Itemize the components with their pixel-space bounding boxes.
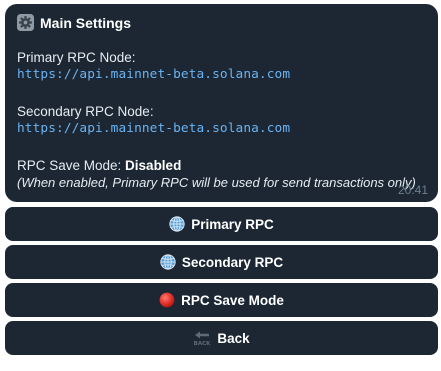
globe-icon xyxy=(160,254,176,270)
globe-icon xyxy=(169,216,185,232)
rpc-save-mode-button-label: RPC Save Mode xyxy=(181,292,284,308)
secondary-rpc-url-link[interactable]: https://api.mainnet-beta.solana.com xyxy=(17,120,426,138)
chat-message-container: Main Settings Primary RPC Node: https://… xyxy=(5,4,438,355)
primary-rpc-button[interactable]: Primary RPC xyxy=(5,207,438,241)
back-arrow-icon: BACK xyxy=(193,330,211,346)
primary-rpc-label: Primary RPC Node: xyxy=(17,50,136,65)
primary-rpc-url-link[interactable]: https://api.mainnet-beta.solana.com xyxy=(17,66,426,84)
primary-rpc-button-label: Primary RPC xyxy=(191,216,274,232)
message-title-row: Main Settings xyxy=(17,14,426,31)
secondary-rpc-block: Secondary RPC Node: https://api.mainnet-… xyxy=(17,103,426,138)
red-circle-icon xyxy=(159,292,175,308)
secondary-rpc-label: Secondary RPC Node: xyxy=(17,104,154,119)
gear-icon xyxy=(17,14,34,31)
svg-text:BACK: BACK xyxy=(194,341,211,346)
message-timestamp: 20:41 xyxy=(397,183,428,197)
message-title: Main Settings xyxy=(40,14,132,31)
rpc-save-mode-button[interactable]: RPC Save Mode xyxy=(5,283,438,317)
rpc-save-mode-value: Disabled xyxy=(125,158,182,173)
rpc-save-mode-line: RPC Save Mode: Disabled xyxy=(17,157,426,174)
secondary-rpc-button[interactable]: Secondary RPC xyxy=(5,245,438,279)
back-button-label: Back xyxy=(217,330,250,346)
back-button[interactable]: BACK Back xyxy=(5,321,438,355)
secondary-rpc-button-label: Secondary RPC xyxy=(181,254,284,270)
rpc-save-mode-note: (When enabled, Primary RPC will be used … xyxy=(17,175,416,190)
settings-message-bubble: Main Settings Primary RPC Node: https://… xyxy=(5,4,438,202)
primary-rpc-block: Primary RPC Node: https://api.mainnet-be… xyxy=(17,49,426,84)
rpc-save-mode-label: RPC Save Mode: xyxy=(17,158,126,173)
